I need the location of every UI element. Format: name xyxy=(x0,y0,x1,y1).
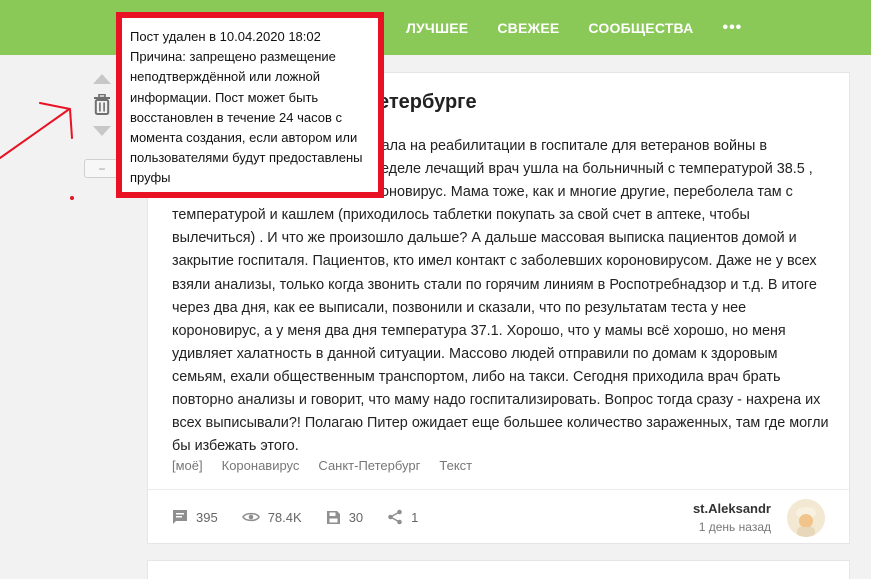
tag-mine[interactable]: [моё] xyxy=(172,458,203,473)
notice-line: информации. Пост может быть xyxy=(130,89,319,105)
deletion-notice: Пост удален в 10.04.2020 18:02 Причина: … xyxy=(116,12,384,198)
saves-stat[interactable]: 30 xyxy=(326,510,363,525)
annotation-dot xyxy=(70,196,74,200)
save-icon xyxy=(326,510,340,524)
author-name[interactable]: st.Aleksandr xyxy=(693,501,771,516)
avatar[interactable] xyxy=(787,499,825,537)
notice-line: пользователями будут предоставлены xyxy=(130,150,363,166)
post-stats: 395 78.4K 30 1 xyxy=(172,509,442,525)
comments-count: 395 xyxy=(196,509,218,525)
shares-stat[interactable]: 1 xyxy=(387,509,418,525)
post-body-line: вылечиться) . И что же произошло дальше?… xyxy=(172,230,797,247)
notice-line: пруфы xyxy=(130,170,171,186)
nav-more-button[interactable]: ••• xyxy=(722,19,742,37)
post-body-line: повторно анализы и говорит, что маму над… xyxy=(172,392,821,409)
author-block: st.Aleksandr 1 день назад xyxy=(693,501,771,534)
notice-line: Пост удален в 10.04.2020 18:02 xyxy=(130,29,321,44)
post-time: 1 день назад xyxy=(698,520,771,534)
saves-count: 30 xyxy=(348,509,364,525)
collapse-button[interactable]: − xyxy=(84,159,120,178)
comments-stat[interactable]: 395 xyxy=(172,509,218,525)
post-body-line: взяли анализы, только когда звонить стал… xyxy=(172,276,817,293)
post-tags: [моё] Коронавирус Санкт-Петербург Текст xyxy=(172,458,491,473)
post-body-line: семьям, ехали общественным транспортом, … xyxy=(172,368,781,385)
post-body-line: короновирус, а у меня два дня температур… xyxy=(172,322,786,339)
tag-coronavirus[interactable]: Коронавирус xyxy=(222,458,300,473)
views-stat: 78.4K xyxy=(241,509,302,525)
vote-panel xyxy=(84,74,120,136)
post-body-line: через два дня, как ее выписали, позвонил… xyxy=(172,299,747,316)
nav-communities[interactable]: СООБЩЕСТВА xyxy=(588,20,693,36)
views-count: 78.4K xyxy=(267,509,302,525)
notice-line: неподтверждённой или ложной xyxy=(130,69,321,85)
eye-icon xyxy=(241,512,260,522)
notice-line: момента создания, если автором или xyxy=(130,130,358,146)
post-body-line: всех выписывали?! Полагаю Питер ожидает … xyxy=(172,415,829,432)
post-body-line: бы избежать этого. xyxy=(172,438,299,455)
post-title[interactable]: етербурге xyxy=(378,91,477,114)
trash-icon xyxy=(94,94,110,115)
post-body-line: удивляет халатность в данной ситуации. М… xyxy=(172,345,778,362)
tag-saint-petersburg[interactable]: Санкт-Петербург xyxy=(318,458,420,473)
nav-fresh[interactable]: СВЕЖЕЕ xyxy=(497,20,559,36)
post-body-line: закрытие госпиталя. Пациентов, кто имел … xyxy=(172,253,817,270)
next-post-card xyxy=(147,560,850,579)
shares-count: 1 xyxy=(411,509,419,525)
avatar-image-icon xyxy=(787,499,825,537)
upvote-arrow-icon[interactable] xyxy=(93,74,111,84)
annotation-arrow-icon xyxy=(0,102,73,159)
tag-text[interactable]: Текст xyxy=(439,458,472,473)
notice-line: восстановлен в течение 24 часов с xyxy=(130,109,343,125)
post-body-line: температурой и кашлем (приходилось табле… xyxy=(172,207,750,224)
post-divider xyxy=(148,489,849,490)
comment-icon xyxy=(173,510,187,524)
main-nav: ЛУЧШЕЕ СВЕЖЕЕ СООБЩЕСТВА ••• xyxy=(406,0,771,55)
nav-best[interactable]: ЛУЧШЕЕ xyxy=(406,20,468,36)
notice-line: Причина: запрещено размещение xyxy=(130,49,336,65)
downvote-arrow-icon[interactable] xyxy=(93,126,111,136)
share-icon xyxy=(388,509,402,525)
